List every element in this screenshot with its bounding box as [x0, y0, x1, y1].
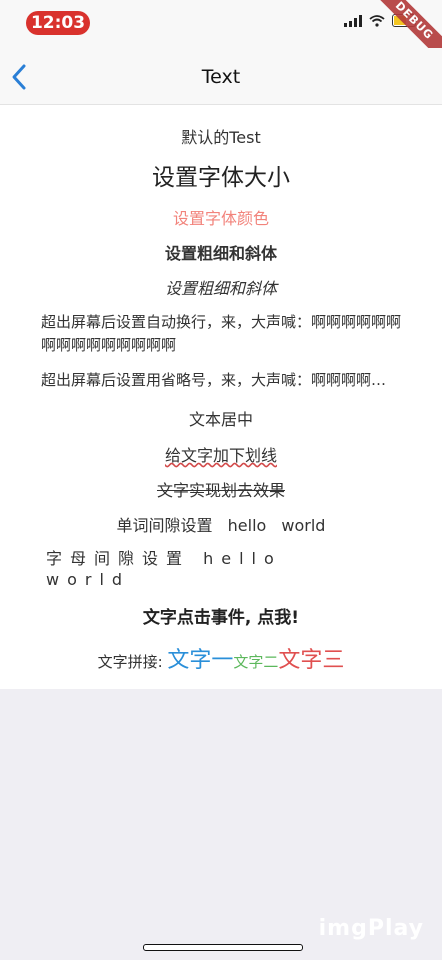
clickable-text[interactable]: 文字点击事件, 点我! — [0, 603, 442, 628]
italic-text: 设置粗细和斜体 — [164, 279, 277, 298]
concat-prefix: 文字拼接: — [97, 653, 168, 671]
concat-part-1: 文字一 — [167, 648, 234, 673]
status-bar: 12:03 DEBUG — [0, 0, 442, 70]
font-size-text: 设置字体大小 — [152, 165, 290, 191]
center-text: 文本居中 — [188, 410, 253, 429]
home-indicator[interactable] — [143, 944, 303, 951]
underline-text: 给文字加下划线 — [164, 446, 277, 465]
concat-text: 文字拼接: 文字一文字二文字三 — [0, 642, 442, 674]
page-title: Text — [201, 66, 241, 88]
wrap-text: 超出屏幕后设置自动换行，来，大声喊：啊啊啊啊啊啊啊啊啊啊啊啊啊啊啊 — [41, 313, 402, 354]
navigation-bar: Text — [0, 48, 442, 105]
word-spacing-text: 单词间隙设置 hello world — [116, 516, 326, 535]
text-demo-content: 默认的Test 设置字体大小 设置字体颜色 设置粗细和斜体 设置粗细和斜体 超出… — [0, 105, 442, 689]
bold-text: 设置粗细和斜体 — [164, 244, 277, 263]
default-text: 默认的Test — [181, 128, 261, 147]
font-color-text: 设置字体颜色 — [172, 209, 269, 228]
concat-part-3: 文字三 — [278, 648, 345, 673]
strikethrough-text: 文字实现划去效果 — [156, 481, 285, 500]
watermark-logo: imgPlay — [318, 916, 424, 941]
concat-part-2: 文字二 — [233, 653, 279, 671]
status-time: 12:03 — [26, 11, 90, 35]
wifi-icon — [369, 14, 385, 27]
cellular-signal-icon — [344, 14, 362, 27]
letter-spacing-text: 字母间隙设置 hello world — [46, 549, 282, 589]
ellipsis-text: 超出屏幕后设置用省略号，来，大声喊：啊啊啊啊啊啊啊啊啊啊啊 — [41, 371, 401, 389]
